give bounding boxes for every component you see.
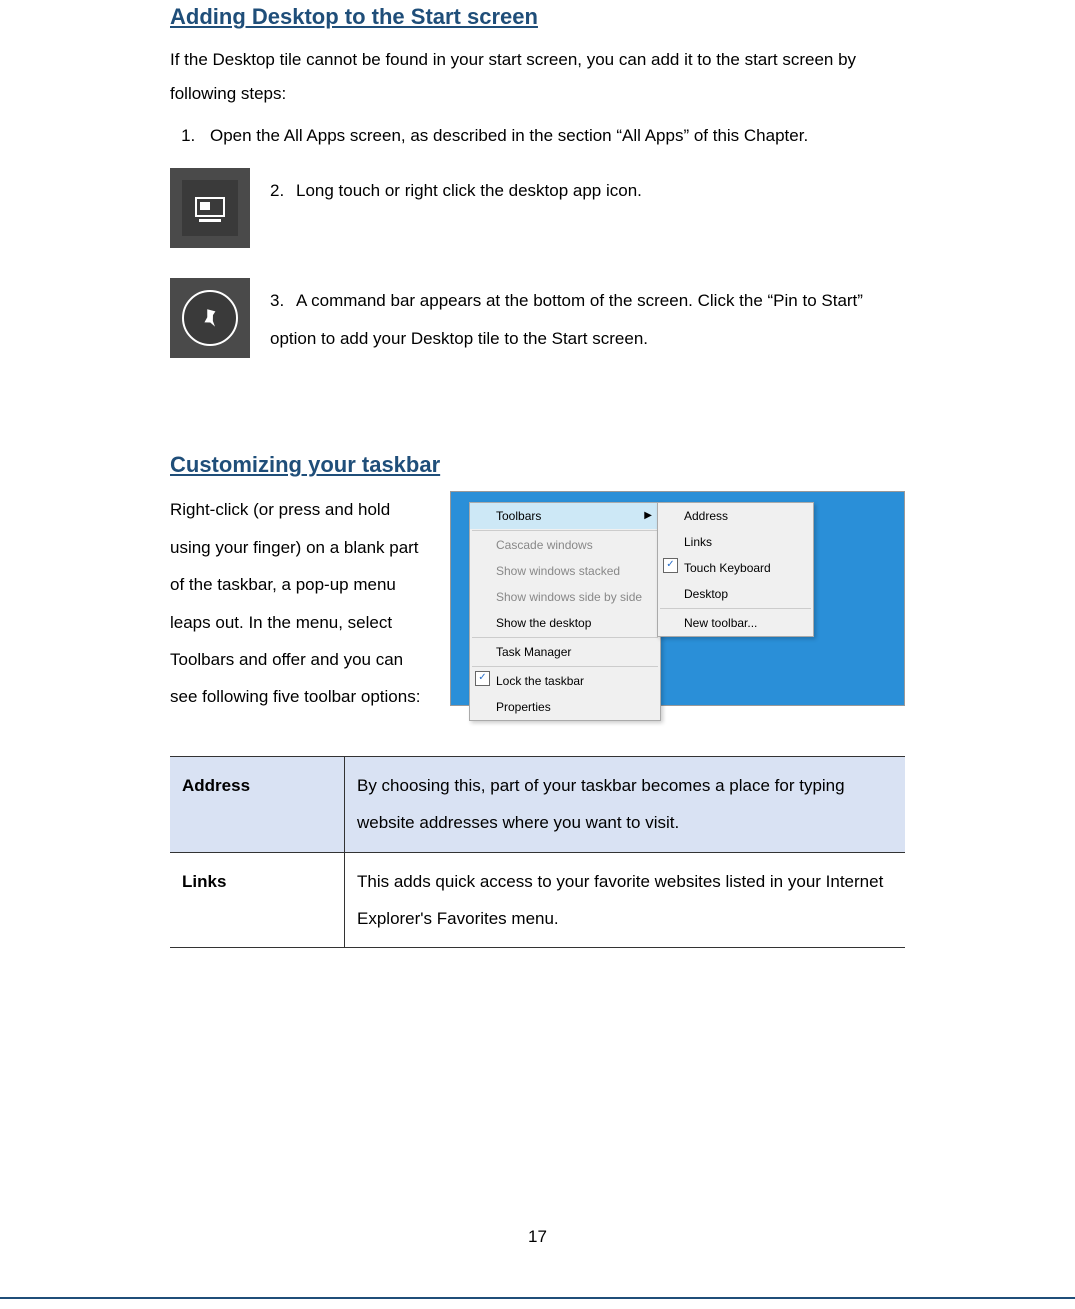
step-1: Open the All Apps screen, as described i… <box>200 117 905 154</box>
desktop-app-icon <box>170 168 250 248</box>
submenu-item-touch-keyboard[interactable]: Touch Keyboard✓ <box>658 555 813 581</box>
submenu-arrow-icon: ▶ <box>644 508 652 523</box>
step-2-row: 2.Long touch or right click the desktop … <box>170 168 905 248</box>
table-definition: By choosing this, part of your taskbar b… <box>345 756 906 852</box>
menu-item-task-manager[interactable]: Task Manager <box>470 639 660 665</box>
table-definition: This adds quick access to your favorite … <box>345 852 906 948</box>
menu-item-show-windows-side-by-side[interactable]: Show windows side by side <box>470 584 660 610</box>
menu-separator <box>660 608 811 609</box>
checkbox-icon: ✓ <box>475 671 490 686</box>
step-3-row: 3.A command bar appears at the bottom of… <box>170 278 905 358</box>
submenu-item-desktop[interactable]: Desktop <box>658 581 813 607</box>
submenu-item-new-toolbar-[interactable]: New toolbar... <box>658 610 813 636</box>
intro-text: If the Desktop tile cannot be found in y… <box>170 43 905 111</box>
footer-divider <box>0 1297 1075 1299</box>
taskbar-intro-text: Right-click (or press and hold using you… <box>170 491 430 715</box>
submenu-item-links[interactable]: Links <box>658 529 813 555</box>
menu-item-properties[interactable]: Properties <box>470 694 660 720</box>
heading-adding-desktop: Adding Desktop to the Start screen <box>170 0 905 33</box>
page-number: 17 <box>0 1224 1075 1250</box>
menu-item-lock-the-taskbar[interactable]: Lock the taskbar✓ <box>470 668 660 694</box>
heading-customizing-taskbar: Customizing your taskbar <box>170 448 905 481</box>
checkbox-icon: ✓ <box>663 558 678 573</box>
menu-item-cascade-windows[interactable]: Cascade windows <box>470 532 660 558</box>
step-3-text: 3.A command bar appears at the bottom of… <box>270 278 905 357</box>
menu-item-show-the-desktop[interactable]: Show the desktop <box>470 610 660 636</box>
context-menu-submenu: AddressLinksTouch Keyboard✓Desktop New to… <box>657 502 814 637</box>
pin-icon <box>170 278 250 358</box>
context-menu-figure: Toolbars▶ Cascade windowsShow windows sta… <box>450 491 905 706</box>
table-term: Address <box>170 756 345 852</box>
toolbar-options-table: AddressBy choosing this, part of your ta… <box>170 756 905 949</box>
menu-separator <box>472 530 658 531</box>
table-row: AddressBy choosing this, part of your ta… <box>170 756 905 852</box>
menu-separator <box>472 666 658 667</box>
step-list: Open the All Apps screen, as described i… <box>170 117 905 154</box>
table-term: Links <box>170 852 345 948</box>
menu-separator <box>472 637 658 638</box>
menu-item-toolbars[interactable]: Toolbars▶ <box>470 503 660 529</box>
table-row: LinksThis adds quick access to your favo… <box>170 852 905 948</box>
menu-item-show-windows-stacked[interactable]: Show windows stacked <box>470 558 660 584</box>
step-2-text: 2.Long touch or right click the desktop … <box>270 168 905 209</box>
context-menu-main: Toolbars▶ Cascade windowsShow windows sta… <box>469 502 661 721</box>
submenu-item-address[interactable]: Address <box>658 503 813 529</box>
